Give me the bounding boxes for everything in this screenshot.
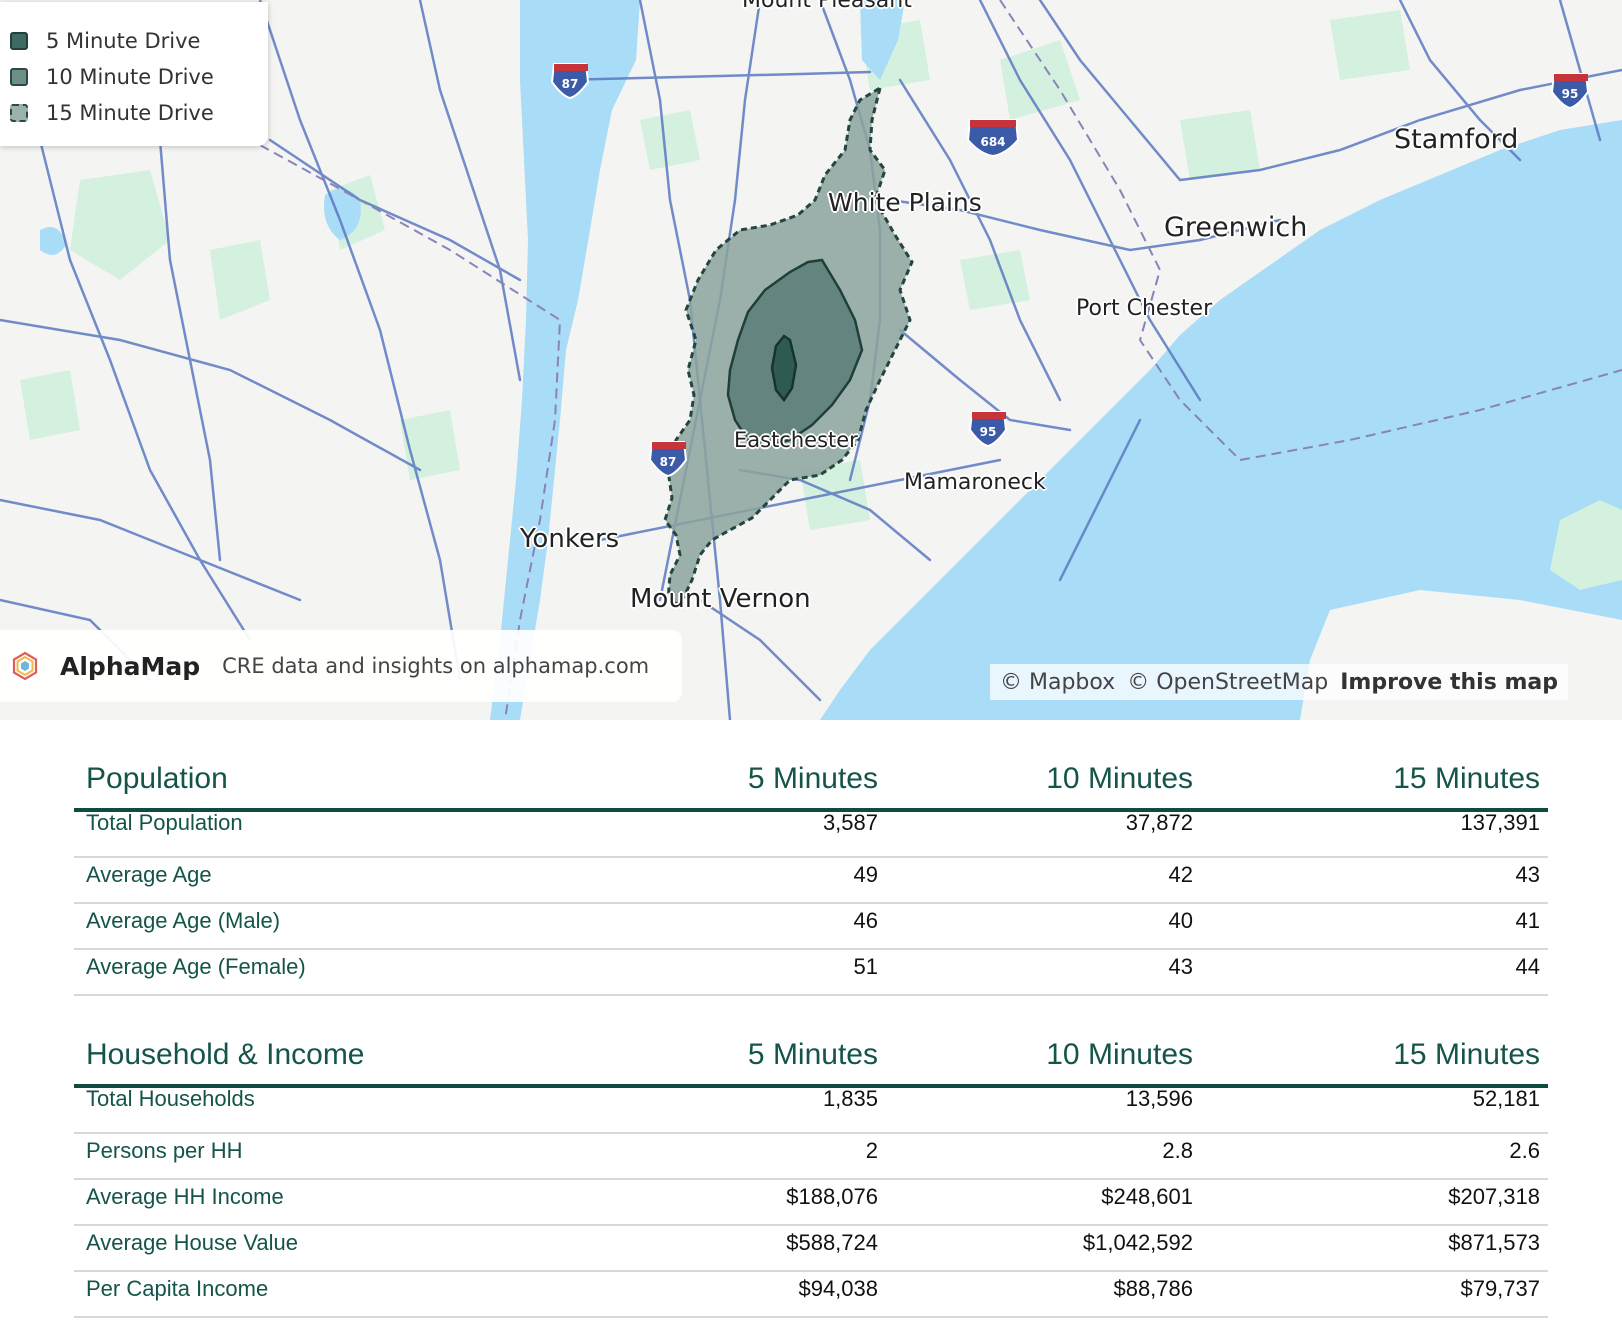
cell-5min: $588,724 bbox=[786, 1230, 878, 1255]
cell-10min: 13,596 bbox=[1125, 1086, 1193, 1111]
cell-10min: 37,872 bbox=[1125, 810, 1193, 835]
cell-10min: 43 bbox=[1168, 954, 1193, 979]
cell-15min: 43 bbox=[1515, 862, 1540, 887]
mapbox-credit-link[interactable]: © Mapbox bbox=[1000, 670, 1115, 695]
column-header: 5 Minutes bbox=[747, 1038, 878, 1071]
table-row: Average Age (Female) 51 43 44 bbox=[74, 950, 1548, 996]
alphamap-logo-icon bbox=[12, 651, 38, 681]
row-label: Per Capita Income bbox=[86, 1276, 269, 1301]
row-label: Average Age bbox=[86, 862, 212, 887]
row-label: Total Households bbox=[86, 1086, 255, 1111]
column-header: 15 Minutes bbox=[1393, 762, 1540, 795]
table-row: Total Households 1,835 13,596 52,181 bbox=[74, 1088, 1548, 1134]
place-eastchester: Eastchester bbox=[734, 428, 858, 452]
place-greenwich: Greenwich bbox=[1164, 212, 1308, 243]
cell-10min: $88,786 bbox=[1113, 1276, 1193, 1301]
i95-east-shield: 95 bbox=[1550, 73, 1590, 110]
legend-swatch-10 bbox=[10, 68, 28, 86]
table-row: Per Capita Income $94,038 $88,786 $79,73… bbox=[74, 1272, 1548, 1318]
legend-label: 10 Minute Drive bbox=[46, 65, 214, 89]
table-row: Persons per HH 2 2.8 2.6 bbox=[74, 1134, 1548, 1180]
table-row: Average Age (Male) 46 40 41 bbox=[74, 904, 1548, 950]
cell-15min: $207,318 bbox=[1448, 1184, 1540, 1209]
population-table: Population 5 Minutes 10 Minutes 15 Minut… bbox=[74, 750, 1548, 996]
cell-5min: 49 bbox=[853, 862, 878, 887]
map-legend: 5 Minute Drive 10 Minute Drive 15 Minute… bbox=[0, 2, 268, 146]
shield-label: 87 bbox=[660, 455, 677, 469]
alphamap-branding[interactable]: AlphaMap CRE data and insights on alpham… bbox=[0, 630, 682, 702]
cell-10min: 40 bbox=[1168, 908, 1193, 933]
cell-15min: $871,573 bbox=[1448, 1230, 1540, 1255]
section-title: Household & Income bbox=[86, 1038, 365, 1071]
cell-15min: $79,737 bbox=[1460, 1276, 1540, 1301]
cell-5min: $94,038 bbox=[798, 1276, 878, 1301]
map-attribution: © Mapbox © OpenStreetMap Improve this ma… bbox=[990, 664, 1568, 700]
brand-name: AlphaMap bbox=[60, 651, 201, 681]
place-stamford: Stamford bbox=[1394, 124, 1519, 155]
column-header: 10 Minutes bbox=[1046, 1038, 1193, 1071]
table-row: Average HH Income $188,076 $248,601 $207… bbox=[74, 1180, 1548, 1226]
column-header: 5 Minutes bbox=[747, 762, 878, 795]
legend-swatch-15 bbox=[10, 104, 28, 122]
hudson-river bbox=[490, 0, 640, 720]
place-port-chester: Port Chester bbox=[1076, 296, 1213, 321]
section-title: Population bbox=[86, 762, 228, 795]
shield-label: 87 bbox=[562, 77, 579, 91]
row-label: Average House Value bbox=[86, 1230, 298, 1255]
row-label: Persons per HH bbox=[86, 1138, 243, 1163]
shield-label: 95 bbox=[1562, 87, 1579, 101]
osm-credit-link[interactable]: © OpenStreetMap bbox=[1127, 670, 1328, 695]
row-label: Average HH Income bbox=[86, 1184, 284, 1209]
row-label: Average Age (Female) bbox=[86, 954, 306, 979]
cell-15min: 44 bbox=[1515, 954, 1540, 979]
cell-15min: 137,391 bbox=[1460, 810, 1540, 835]
cell-10min: 42 bbox=[1168, 862, 1193, 887]
legend-item-10[interactable]: 10 Minute Drive bbox=[10, 62, 214, 92]
place-mount-pleasant: Mount Pleasant bbox=[742, 0, 912, 13]
place-white-plains: White Plains bbox=[828, 188, 982, 217]
household-income-table: Household & Income 5 Minutes 10 Minutes … bbox=[74, 1026, 1548, 1318]
row-label: Total Population bbox=[86, 810, 243, 835]
cell-5min: 51 bbox=[853, 954, 878, 979]
cell-10min: $248,601 bbox=[1101, 1184, 1193, 1209]
cell-5min: 1,835 bbox=[822, 1086, 878, 1111]
cell-5min: $188,076 bbox=[786, 1184, 878, 1209]
table-row: Average House Value $588,724 $1,042,592 … bbox=[74, 1226, 1548, 1272]
brand-tagline[interactable]: CRE data and insights on alphamap.com bbox=[222, 654, 649, 678]
cell-15min: 52,181 bbox=[1472, 1086, 1540, 1111]
cell-15min: 41 bbox=[1515, 908, 1540, 933]
cell-5min: 2 bbox=[865, 1138, 878, 1163]
place-mamaroneck: Mamaroneck bbox=[904, 470, 1046, 495]
table-row: Total Population 3,587 37,872 137,391 bbox=[74, 812, 1548, 858]
household-table-header: Household & Income 5 Minutes 10 Minutes … bbox=[74, 1026, 1548, 1088]
shield-label: 684 bbox=[980, 135, 1005, 149]
cell-10min: $1,042,592 bbox=[1082, 1230, 1193, 1255]
column-header: 15 Minutes bbox=[1393, 1038, 1540, 1071]
map-view[interactable]: 87 87 684 95 95 Mount Pleasant White Pla… bbox=[0, 0, 1622, 720]
legend-swatch-5 bbox=[10, 32, 28, 50]
cell-5min: 3,587 bbox=[822, 810, 878, 835]
column-header: 10 Minutes bbox=[1046, 762, 1193, 795]
legend-item-15[interactable]: 15 Minute Drive bbox=[10, 98, 214, 128]
legend-item-5[interactable]: 5 Minute Drive bbox=[10, 26, 200, 56]
cell-10min: 2.8 bbox=[1162, 1138, 1193, 1163]
i95-south-shield: 95 bbox=[968, 411, 1008, 448]
place-mount-vernon: Mount Vernon bbox=[630, 584, 811, 614]
table-row: Average Age 49 42 43 bbox=[74, 858, 1548, 904]
i684-shield: 684 bbox=[966, 119, 1020, 158]
population-table-header: Population 5 Minutes 10 Minutes 15 Minut… bbox=[74, 750, 1548, 812]
cell-15min: 2.6 bbox=[1509, 1138, 1540, 1163]
improve-map-link[interactable]: Improve this map bbox=[1340, 670, 1558, 695]
shield-label: 95 bbox=[980, 425, 997, 439]
legend-label: 15 Minute Drive bbox=[46, 101, 214, 125]
row-label: Average Age (Male) bbox=[86, 908, 281, 933]
legend-label: 5 Minute Drive bbox=[46, 29, 201, 53]
place-yonkers: Yonkers bbox=[520, 524, 620, 554]
cell-5min: 46 bbox=[853, 908, 878, 933]
